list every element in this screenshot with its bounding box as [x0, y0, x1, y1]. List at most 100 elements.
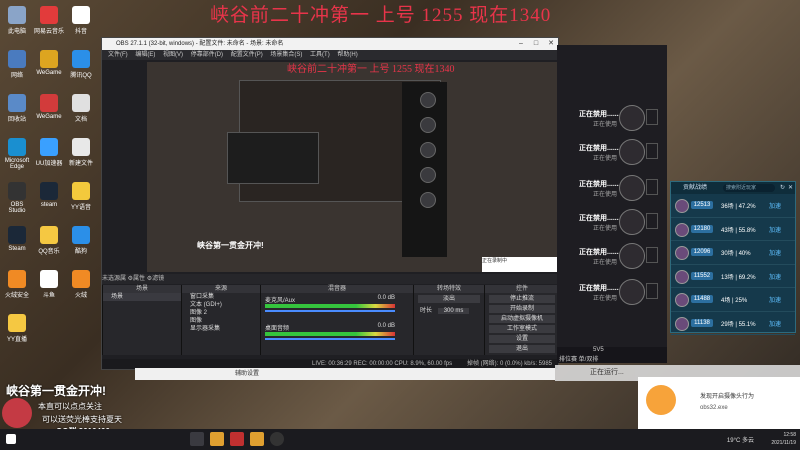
menu-docks[interactable]: 停靠部件(D): [191, 52, 223, 58]
desktop-icon[interactable]: 酷狗: [66, 226, 96, 255]
menu-tools[interactable]: 工具(T): [310, 52, 330, 58]
boost-button[interactable]: 加速: [769, 248, 781, 257]
voice-row[interactable]: 正在禁用...... 正在使用: [557, 241, 667, 273]
app-icon: [72, 182, 90, 200]
app-icon: [40, 138, 58, 156]
volume-slider[interactable]: [265, 310, 395, 312]
settings-button[interactable]: 设置: [489, 335, 555, 343]
menu-profile[interactable]: 配置文件(P): [231, 52, 263, 58]
duration-row: 时长 300 ms: [414, 305, 484, 314]
webcam-alert-popup[interactable]: 发现开启摄像头行为 obs32.exe: [638, 377, 800, 429]
transition-select[interactable]: 淡出: [418, 295, 480, 303]
slot-icon: [646, 247, 658, 263]
minimize-icon[interactable]: –: [514, 38, 528, 50]
desktop-icon[interactable]: QQ音乐: [34, 226, 64, 255]
taskbar-app-icon[interactable]: [230, 432, 244, 446]
mic-circle-icon[interactable]: [619, 139, 645, 165]
desktop-icon[interactable]: Microsoft Edge: [2, 138, 32, 170]
desktop-icon[interactable]: YY直播: [2, 314, 32, 343]
rank-row: 11138 29场 | 55.1% 加速: [671, 312, 795, 335]
desktop-icon-label: 酷狗: [74, 249, 87, 255]
desktop-icon[interactable]: UU加速器: [34, 138, 64, 167]
rank-search-input[interactable]: 搜索附近玩家: [723, 184, 775, 192]
refresh-icon[interactable]: ↻: [780, 182, 785, 194]
voice-row[interactable]: 正在禁用...... 正在使用: [557, 277, 667, 309]
source-item[interactable]: 显示器采集: [182, 325, 260, 333]
desktop-icon-label: steam: [40, 202, 58, 208]
desktop-icon[interactable]: 网易云音乐: [34, 6, 64, 35]
app-icon: [8, 50, 26, 68]
source-item[interactable]: 窗口采集: [182, 293, 260, 301]
menu-help[interactable]: 帮助(H): [337, 52, 357, 58]
desktop-icon[interactable]: 抖音: [66, 6, 96, 35]
boost-button[interactable]: 加速: [769, 225, 781, 234]
desktop-icon[interactable]: 此电脑: [2, 6, 32, 35]
menu-file[interactable]: 文件(F): [108, 52, 128, 58]
desktop-icon-label: 此电脑: [7, 29, 26, 35]
desktop-icon[interactable]: 回收站: [2, 94, 32, 123]
scene-item[interactable]: 场景: [103, 293, 181, 301]
voice-panel: 正在禁用...... 正在使用 正在禁用...... 正在使用 正在禁用....…: [557, 45, 667, 363]
volume-slider[interactable]: [265, 338, 395, 340]
desktop-icon[interactable]: 斗鱼: [34, 270, 64, 299]
mic-circle-icon[interactable]: [619, 279, 645, 305]
source-item[interactable]: 文本 (GDI+): [182, 301, 260, 309]
close-icon[interactable]: ✕: [788, 182, 793, 194]
desktop-icon[interactable]: OBS Studio: [2, 182, 32, 214]
voice-row-title: 正在禁用......: [579, 111, 619, 118]
source-item[interactable]: 图像: [182, 317, 260, 325]
taskbar-app-icon[interactable]: [210, 432, 224, 446]
start-recording-button[interactable]: 开始录制: [489, 305, 555, 313]
rank-row: 12513 36场 | 47.2% 加速: [671, 194, 795, 218]
clock[interactable]: 12:58 2021/11/19: [771, 431, 796, 447]
app-icon: [40, 6, 58, 24]
desktop-icon[interactable]: 文档: [66, 94, 96, 123]
virtual-camera-button[interactable]: 启动虚拟摄像机: [489, 315, 555, 323]
mic-circle-icon[interactable]: [619, 209, 645, 235]
preview-caption: 峡谷第一贯金开冲!: [197, 241, 264, 250]
mic-circle-icon[interactable]: [619, 105, 645, 131]
desktop-icon[interactable]: YY语音: [66, 182, 96, 211]
maximize-icon[interactable]: □: [529, 38, 543, 50]
helper-settings-link[interactable]: 辅助设置: [235, 371, 259, 377]
voice-row[interactable]: 正在禁用...... 正在使用: [557, 173, 667, 205]
taskbar-app-icon[interactable]: [250, 432, 264, 446]
stop-streaming-button[interactable]: 停止推流: [489, 295, 555, 303]
avatar: [675, 269, 689, 284]
mic-circle-icon[interactable]: [619, 175, 645, 201]
boost-button[interactable]: 加速: [769, 319, 781, 328]
desktop-icon[interactable]: 新建文件: [66, 138, 96, 167]
desktop-icon[interactable]: 火绒安全: [2, 270, 32, 299]
desktop-icon[interactable]: Steam: [2, 226, 32, 252]
source-item[interactable]: 图像 2: [182, 309, 260, 317]
taskbar-app-icon[interactable]: [190, 432, 204, 446]
app-icon: [40, 50, 58, 68]
desktop-icon-label: 网易云音乐: [34, 29, 65, 35]
voice-row[interactable]: 正在禁用...... 正在使用: [557, 137, 667, 169]
boost-button[interactable]: 加速: [769, 272, 781, 281]
duration-input[interactable]: 300 ms: [437, 308, 470, 314]
desktop-icon[interactable]: 火绒: [66, 270, 96, 299]
boost-button[interactable]: 加速: [769, 295, 781, 304]
mixer-track: 桌面音频 0.0 dB: [265, 323, 409, 345]
mic-circle-icon[interactable]: [619, 243, 645, 269]
desktop-icon[interactable]: steam: [34, 182, 64, 208]
menu-view[interactable]: 视图(V): [163, 52, 183, 58]
desktop-icon[interactable]: WeGame: [34, 50, 64, 76]
menu-scene-collection[interactable]: 场景集合(S): [270, 52, 302, 58]
desktop-icon[interactable]: WeGame: [34, 94, 64, 120]
menu-edit[interactable]: 编辑(E): [135, 52, 155, 58]
obs-taskbar-icon[interactable]: [270, 432, 284, 446]
voice-row[interactable]: 正在禁用...... 正在使用: [557, 207, 667, 239]
obs-preview[interactable]: 峡谷前二十冲第一 上号 1255 现在1340 峡谷第一贯金开冲! 正在录制中: [147, 62, 557, 272]
voice-row[interactable]: 正在禁用...... 正在使用: [557, 103, 667, 135]
close-icon[interactable]: ✕: [544, 38, 558, 50]
desktop-icon[interactable]: 腾讯QQ: [66, 50, 96, 79]
desktop-icon[interactable]: 网络: [2, 50, 32, 79]
studio-mode-button[interactable]: 工作室模式: [489, 325, 555, 333]
boost-button[interactable]: 加速: [769, 201, 781, 210]
exit-button[interactable]: 退出: [489, 345, 555, 353]
alert-message: 发现开启摄像头行为: [700, 394, 755, 400]
windows-start-icon[interactable]: [6, 434, 16, 444]
voice-row-sub: 正在使用: [593, 260, 618, 266]
